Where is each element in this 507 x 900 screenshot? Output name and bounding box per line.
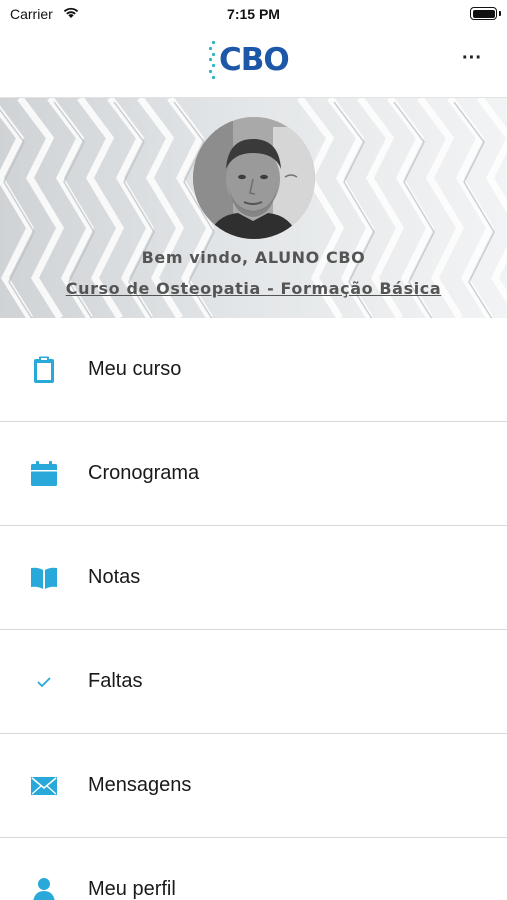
battery-icon <box>470 7 497 20</box>
menu-item-label: Meu curso <box>88 358 182 380</box>
checkmark-icon <box>30 668 58 696</box>
person-icon <box>30 876 58 900</box>
logo-text: CBO <box>219 42 290 78</box>
nav-bar: CBO ··· <box>0 28 507 98</box>
clock: 7:15 PM <box>227 6 280 22</box>
main-menu: Meu curso Cronograma Notas Faltas Mensag… <box>0 318 507 900</box>
welcome-message: Bem vindo, ALUNO CBO <box>141 248 366 267</box>
logo-dots-icon <box>209 41 215 79</box>
envelope-icon <box>30 772 58 800</box>
menu-item-faltas[interactable]: Faltas <box>0 630 507 734</box>
avatar <box>193 117 315 239</box>
clipboard-icon <box>30 356 58 384</box>
menu-item-label: Meu perfil <box>88 878 176 900</box>
course-link[interactable]: Curso de Osteopatia - Formação Básica <box>0 279 507 298</box>
menu-item-cronograma[interactable]: Cronograma <box>0 422 507 526</box>
calendar-icon <box>30 460 58 488</box>
menu-item-meu-perfil[interactable]: Meu perfil <box>0 838 507 900</box>
book-icon <box>30 564 58 592</box>
status-bar: Carrier 7:15 PM <box>0 0 507 28</box>
avatar-photo <box>193 117 315 239</box>
cbo-logo: CBO <box>209 40 290 80</box>
menu-item-mensagens[interactable]: Mensagens <box>0 734 507 838</box>
menu-item-label: Faltas <box>88 670 143 692</box>
menu-item-label: Cronograma <box>88 462 200 484</box>
menu-item-meu-curso[interactable]: Meu curso <box>0 318 507 422</box>
menu-item-label: Mensagens <box>88 774 192 796</box>
menu-item-label: Notas <box>88 566 141 588</box>
menu-item-notas[interactable]: Notas <box>0 526 507 630</box>
profile-header: Bem vindo, ALUNO CBO Curso de Osteopatia… <box>0 98 507 318</box>
more-options-button[interactable]: ··· <box>457 48 487 74</box>
